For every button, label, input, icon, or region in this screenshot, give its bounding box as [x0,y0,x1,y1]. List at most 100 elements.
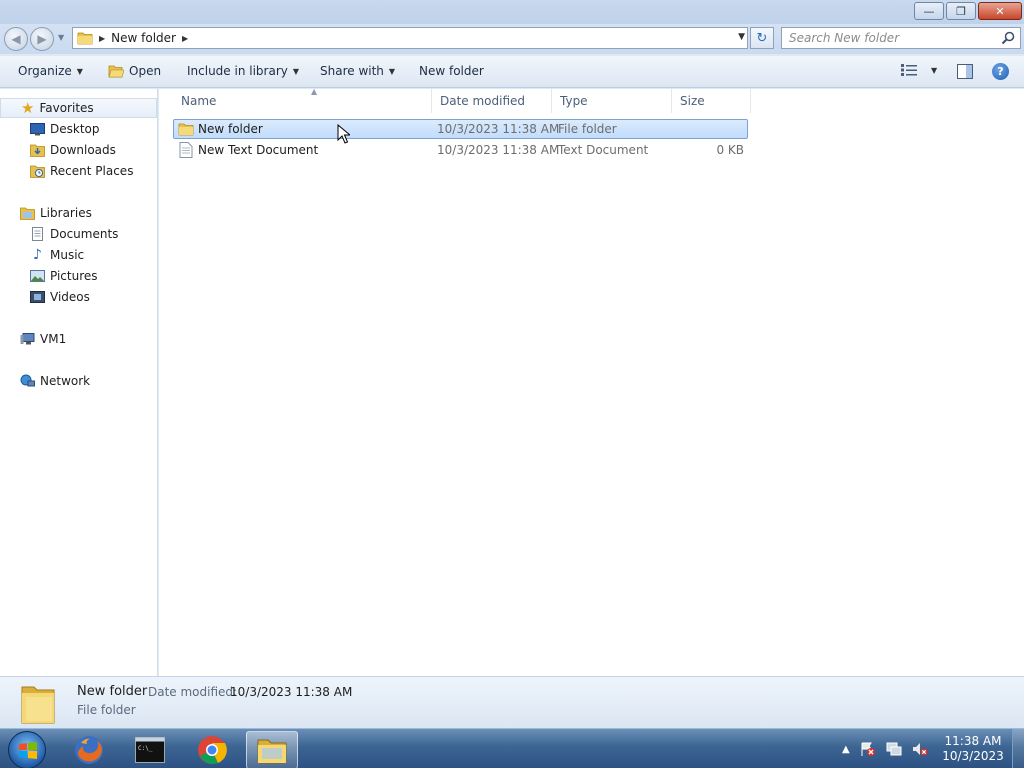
share-with-button[interactable]: Share with ▼ [320,64,395,78]
column-header-name[interactable]: ▲ Name [173,87,432,113]
column-header-label: Date modified [440,94,526,108]
network-status-icon[interactable] [886,741,902,757]
address-history-dropdown-icon[interactable]: ▼ [738,32,745,42]
show-desktop-button[interactable] [1012,729,1024,768]
column-header-label: Type [560,94,588,108]
search-icon[interactable] [1001,31,1015,45]
new-folder-button[interactable]: New folder [419,64,484,78]
forward-button[interactable]: ▶ [30,27,54,51]
nav-item-label: Network [40,374,91,388]
volume-muted-icon[interactable] [912,741,928,757]
taskbar-windows-explorer[interactable] [246,731,298,768]
folder-icon [77,32,93,45]
nav-item-music[interactable]: ♪ Music [30,246,84,264]
nav-item-computer[interactable]: VM1 [20,330,66,348]
organize-button[interactable]: Organize ▼ [18,64,83,78]
command-bar: Organize ▼ Open Include in library ▼ Sha… [0,56,1024,88]
refresh-icon: ↻ [756,30,768,46]
column-header-type[interactable]: Type [552,89,672,113]
nav-item-desktop[interactable]: Desktop [30,120,100,138]
details-modified-value: 10/3/2023 11:38 AM [230,685,353,699]
back-button[interactable]: ◀ [4,27,28,51]
search-box[interactable] [781,27,1021,49]
navigation-pane: ★ Favorites Desktop Downloads Recent Pla… [0,89,158,676]
nav-item-favorites[interactable]: ★ Favorites [0,98,157,118]
nav-item-network[interactable]: Network [20,372,90,390]
taskbar-firefox[interactable] [63,731,115,768]
nav-item-label: Downloads [50,143,116,157]
details-file-name: New folder [77,684,148,699]
chevron-down-icon: ▼ [388,66,396,76]
nav-item-label: Pictures [50,269,98,283]
refresh-button[interactable]: ↻ [750,27,774,49]
breadcrumb-item[interactable]: New folder [111,31,176,45]
nav-item-label: Favorites [39,101,94,115]
details-file-type: File folder [77,703,136,717]
close-button[interactable]: ✕ [978,2,1022,20]
help-button[interactable]: ? [992,63,1009,80]
taskbar: C:\_ ▲ 11:38 AM 10/3/2023 [0,728,1024,768]
address-row: ◀ ▶ ▼ ▶ New folder ▶ ▼ ↻ [0,24,1024,54]
file-row[interactable]: New folder 10/3/2023 11:38 AM File folde… [173,119,748,139]
column-header-label: Size [680,94,705,108]
minimize-button[interactable]: — [914,2,944,20]
column-header-size[interactable]: Size [672,89,751,113]
search-input[interactable] [782,28,992,48]
include-in-library-label: Include in library [187,64,288,78]
nav-item-downloads[interactable]: Downloads [30,141,116,159]
help-icon: ? [997,65,1004,78]
recent-places-icon [30,165,45,178]
restore-button[interactable]: ❐ [946,2,976,20]
nav-item-pictures[interactable]: Pictures [30,267,98,285]
back-arrow-icon: ◀ [11,32,21,46]
taskbar-chrome[interactable] [186,731,238,768]
action-center-flag-icon[interactable] [860,741,876,757]
chevron-down-icon: ▼ [292,66,300,76]
text-document-icon [179,142,193,158]
windows-logo-icon [19,742,37,759]
pictures-icon [30,270,45,282]
videos-icon [30,291,45,303]
breadcrumb-separator-icon[interactable]: ▶ [182,34,188,43]
breadcrumb-separator-icon[interactable]: ▶ [99,34,105,43]
network-icon [20,374,35,387]
forward-arrow-icon: ▶ [37,32,47,46]
windows-explorer-icon [257,739,287,764]
nav-item-libraries[interactable]: Libraries [20,204,92,222]
details-modified-label: Date modified: [148,685,238,699]
taskbar-command-prompt[interactable]: C:\_ [124,731,176,768]
taskbar-clock[interactable]: 11:38 AM 10/3/2023 [938,734,1008,764]
desktop-icon [30,123,45,136]
start-button[interactable] [8,731,46,768]
details-pane: New folder Date modified: 10/3/2023 11:3… [0,676,1024,728]
open-button[interactable]: Open [108,64,161,78]
chevron-down-icon: ▼ [931,65,938,75]
include-in-library-button[interactable]: Include in library ▼ [187,64,299,78]
recent-pages-dropdown[interactable]: ▼ [58,33,64,42]
file-date-modified: 10/3/2023 11:38 AM [437,122,560,136]
nav-item-label: Videos [50,290,90,304]
libraries-icon [20,207,35,220]
nav-item-label: Libraries [40,206,92,220]
file-row[interactable]: New Text Document 10/3/2023 11:38 AM Tex… [173,141,748,161]
share-with-label: Share with [320,64,384,78]
change-view-button[interactable]: ▼ [901,64,937,76]
open-folder-icon [108,65,124,78]
nav-item-label: Music [50,248,85,262]
file-type: Text Document [558,143,649,157]
nav-item-recent-places[interactable]: Recent Places [30,162,133,180]
computer-icon [20,333,35,345]
column-header-label: Name [181,94,217,108]
clock-time: 11:38 AM [944,734,1002,748]
file-name: New folder [198,122,263,136]
nav-item-documents[interactable]: Documents [30,225,118,243]
preview-pane-icon [957,64,973,79]
show-hidden-icons-icon[interactable]: ▲ [842,744,850,755]
preview-pane-button[interactable] [957,64,973,82]
column-header-date-modified[interactable]: Date modified [432,89,552,113]
firefox-icon [75,736,103,764]
chevron-down-icon: ▼ [76,66,83,76]
address-bar[interactable]: ▶ New folder ▶ ▼ [72,27,748,49]
file-date-modified: 10/3/2023 11:38 AM [437,143,560,157]
nav-item-videos[interactable]: Videos [30,288,90,306]
